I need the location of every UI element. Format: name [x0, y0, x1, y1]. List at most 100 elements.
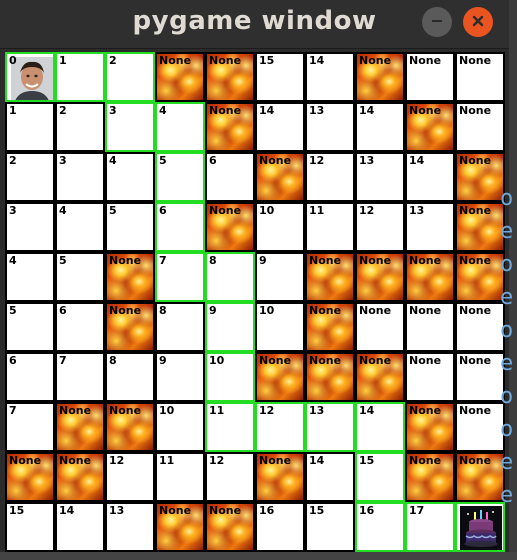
fire-cell[interactable]: None: [105, 252, 155, 302]
fire-cell[interactable]: None: [355, 52, 405, 102]
maze-cell[interactable]: 8: [105, 352, 155, 402]
maze-cell[interactable]: None: [455, 102, 505, 152]
maze-cell[interactable]: 14: [305, 452, 355, 502]
maze-cell[interactable]: 15: [255, 52, 305, 102]
maze-cell[interactable]: None: [455, 402, 505, 452]
maze-cell[interactable]: 8: [155, 302, 205, 352]
maze-cell[interactable]: 11: [305, 202, 355, 252]
fire-cell[interactable]: None: [455, 202, 505, 252]
maze-cell[interactable]: 6: [205, 152, 255, 202]
maze-cell[interactable]: 2: [55, 102, 105, 152]
fire-cell[interactable]: None: [405, 252, 455, 302]
maze-cell[interactable]: 2: [105, 52, 155, 102]
maze-cell[interactable]: 12: [355, 202, 405, 252]
maze-cell[interactable]: 14: [305, 52, 355, 102]
maze-cell[interactable]: 4: [105, 152, 155, 202]
fire-cell[interactable]: None: [205, 52, 255, 102]
maze-cell[interactable]: 9: [155, 352, 205, 402]
maze-cell[interactable]: 1: [5, 102, 55, 152]
maze-cell[interactable]: 14: [405, 152, 455, 202]
fire-cell[interactable]: None: [305, 302, 355, 352]
maze-cell[interactable]: 2: [5, 152, 55, 202]
maze-cell[interactable]: 14: [255, 102, 305, 152]
fire-cell[interactable]: None: [305, 352, 355, 402]
maze-cell[interactable]: 4: [155, 102, 205, 152]
fire-cell[interactable]: None: [255, 352, 305, 402]
maze-cell[interactable]: 5: [105, 202, 155, 252]
maze-cell[interactable]: 9: [205, 302, 255, 352]
maze-cell[interactable]: 6: [5, 352, 55, 402]
fire-cell[interactable]: None: [105, 402, 155, 452]
maze-cell[interactable]: 12: [255, 402, 305, 452]
maze-cell[interactable]: 15: [355, 452, 405, 502]
close-button[interactable]: [463, 7, 493, 37]
maze-cell[interactable]: None: [405, 352, 455, 402]
fire-cell[interactable]: None: [305, 252, 355, 302]
maze-cell[interactable]: None: [455, 352, 505, 402]
maze-cell[interactable]: None: [455, 52, 505, 102]
maze-cell[interactable]: 4: [55, 202, 105, 252]
maze-cell[interactable]: 4: [5, 252, 55, 302]
fire-cell[interactable]: None: [205, 202, 255, 252]
minimize-button[interactable]: [422, 7, 452, 37]
maze-cell[interactable]: 3: [5, 202, 55, 252]
maze-cell[interactable]: 12: [205, 452, 255, 502]
fire-cell[interactable]: None: [105, 302, 155, 352]
maze-cell[interactable]: 7: [55, 352, 105, 402]
maze-cell[interactable]: 16: [355, 502, 405, 552]
maze-cell[interactable]: 7: [5, 402, 55, 452]
maze-cell[interactable]: 15: [305, 502, 355, 552]
maze-cell[interactable]: 13: [355, 152, 405, 202]
maze-cell[interactable]: 5: [155, 152, 205, 202]
fire-cell[interactable]: None: [355, 252, 405, 302]
maze-cell[interactable]: 6: [155, 202, 205, 252]
maze-cell[interactable]: 3: [105, 102, 155, 152]
maze-cell[interactable]: 17: [405, 502, 455, 552]
fire-cell[interactable]: None: [455, 152, 505, 202]
fire-cell[interactable]: None: [55, 402, 105, 452]
maze-cell[interactable]: 14: [355, 102, 405, 152]
maze-cell[interactable]: 10: [205, 352, 255, 402]
maze-cell[interactable]: 12: [305, 152, 355, 202]
maze-cell[interactable]: 5: [55, 252, 105, 302]
fire-cell[interactable]: None: [455, 452, 505, 502]
fire-cell[interactable]: None: [55, 452, 105, 502]
maze-cell[interactable]: 10: [255, 302, 305, 352]
fire-cell[interactable]: None: [455, 252, 505, 302]
fire-cell[interactable]: None: [205, 502, 255, 552]
fire-cell[interactable]: None: [255, 452, 305, 502]
fire-cell[interactable]: None: [155, 52, 205, 102]
fire-cell[interactable]: None: [355, 352, 405, 402]
fire-cell[interactable]: None: [155, 502, 205, 552]
maze-cell[interactable]: 7: [155, 252, 205, 302]
maze-cell[interactable]: 13: [105, 502, 155, 552]
maze-cell[interactable]: None: [405, 302, 455, 352]
maze-cell[interactable]: None: [455, 302, 505, 352]
goal-cell[interactable]: [455, 502, 505, 552]
maze-cell[interactable]: 1: [55, 52, 105, 102]
maze-cell[interactable]: 3: [55, 152, 105, 202]
maze-cell[interactable]: 8: [205, 252, 255, 302]
fire-cell[interactable]: None: [205, 102, 255, 152]
maze-cell[interactable]: 14: [55, 502, 105, 552]
maze-cell[interactable]: 12: [105, 452, 155, 502]
maze-cell[interactable]: 10: [255, 202, 305, 252]
player-cell[interactable]: 0: [5, 52, 55, 102]
fire-cell[interactable]: None: [5, 452, 55, 502]
maze-cell[interactable]: 16: [255, 502, 305, 552]
maze-cell[interactable]: 13: [405, 202, 455, 252]
title-bar[interactable]: pygame window: [0, 0, 509, 49]
fire-cell[interactable]: None: [405, 102, 455, 152]
maze-cell[interactable]: 5: [5, 302, 55, 352]
maze-cell[interactable]: 10: [155, 402, 205, 452]
maze-cell[interactable]: None: [405, 52, 455, 102]
maze-cell[interactable]: 11: [205, 402, 255, 452]
maze-cell[interactable]: 13: [305, 402, 355, 452]
fire-cell[interactable]: None: [255, 152, 305, 202]
maze-cell[interactable]: 9: [255, 252, 305, 302]
maze-cell[interactable]: 6: [55, 302, 105, 352]
fire-cell[interactable]: None: [405, 452, 455, 502]
maze-cell[interactable]: 15: [5, 502, 55, 552]
fire-cell[interactable]: None: [405, 402, 455, 452]
maze-cell[interactable]: 11: [155, 452, 205, 502]
